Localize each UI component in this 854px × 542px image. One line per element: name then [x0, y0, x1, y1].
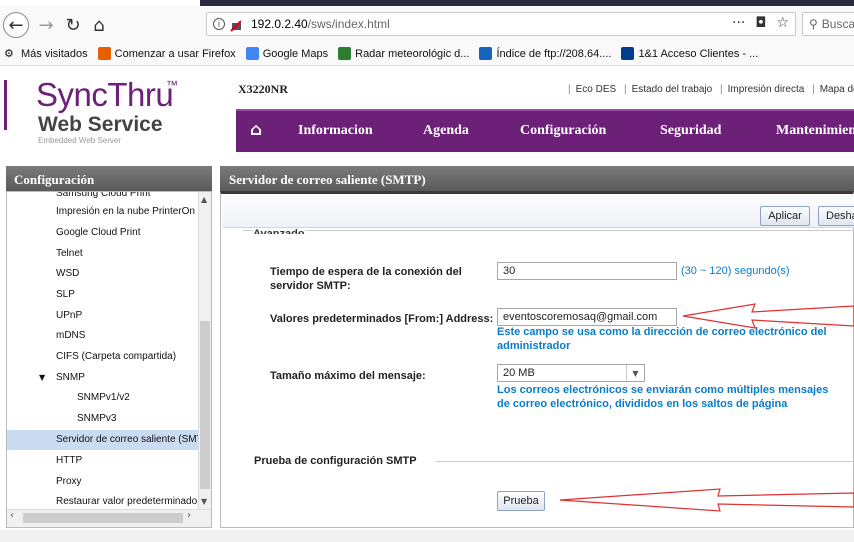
annotation-arrow-from: [682, 303, 854, 329]
status-strip: [0, 530, 854, 542]
annotation-layer: [559, 303, 854, 512]
annotation-arrow-test: [559, 488, 854, 512]
